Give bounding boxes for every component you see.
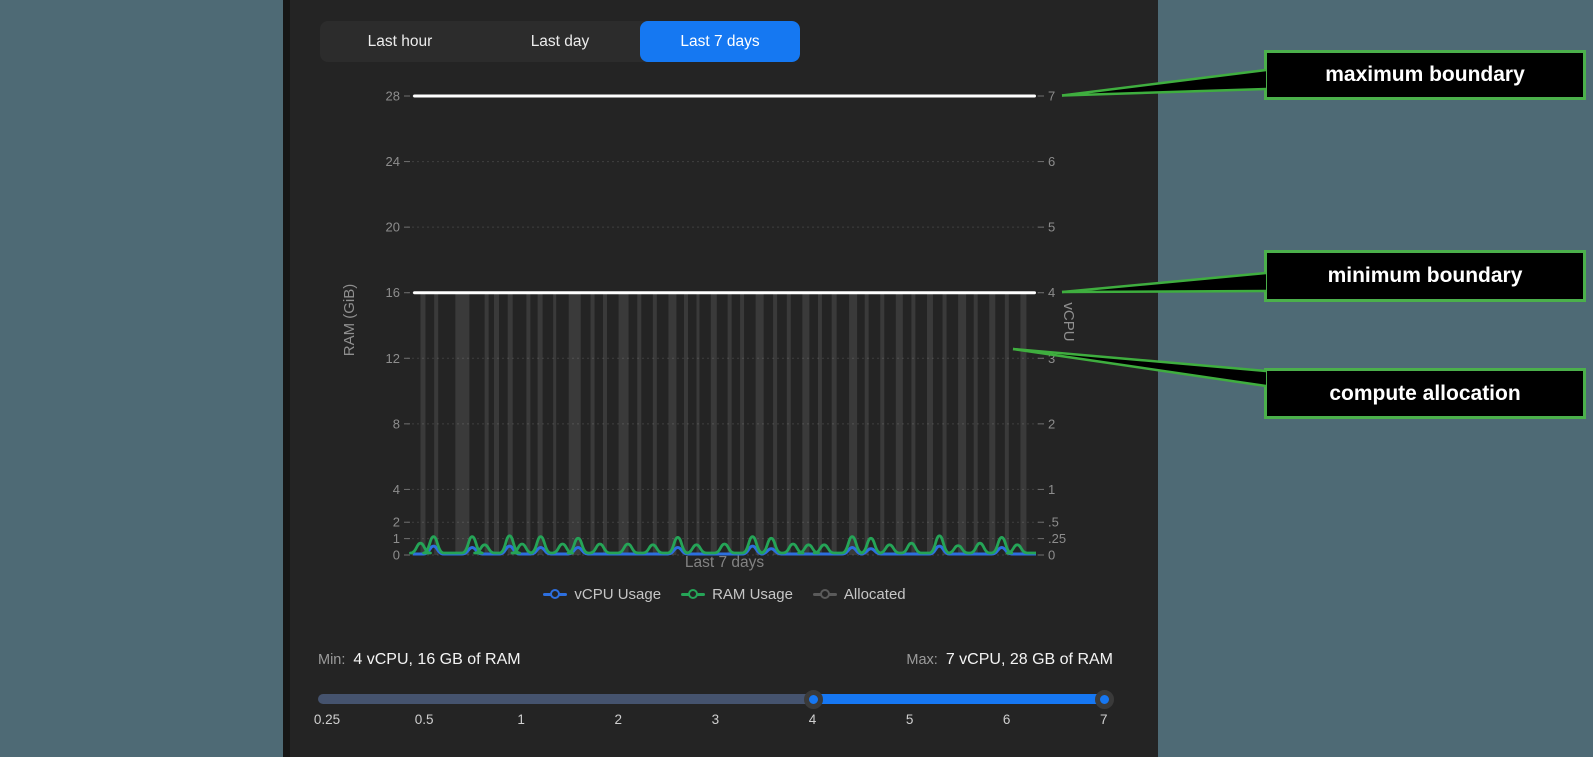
legend-item-allocated[interactable]: Allocated xyxy=(813,586,906,603)
legend-label-vcpu-usage: vCPU Usage xyxy=(574,586,661,603)
max-stat-value: 7 vCPU, 28 GB of RAM xyxy=(946,651,1113,668)
ram-axis-title: RAM (GiB) xyxy=(340,240,360,400)
slider-tick-label: 4 xyxy=(809,712,817,727)
tab-last-day[interactable]: Last day xyxy=(480,21,640,62)
legend-label-ram-usage: RAM Usage xyxy=(712,586,793,603)
legend-item-vcpu-usage[interactable]: vCPU Usage xyxy=(543,586,661,603)
legend-label-allocated: Allocated xyxy=(844,586,906,603)
slider-min-handle[interactable] xyxy=(804,690,823,709)
slider-tick-label: 6 xyxy=(1003,712,1011,727)
slider-tick-label: 3 xyxy=(712,712,720,727)
tab-last-hour[interactable]: Last hour xyxy=(320,21,480,62)
slider-tick-label: 0.25 xyxy=(314,712,340,727)
max-stat: Max: 7 vCPU, 28 GB of RAM xyxy=(906,651,1113,669)
ram-usage-legend-marker-icon xyxy=(681,593,705,596)
x-axis-label: Last 7 days xyxy=(413,554,1036,572)
slider-tick-label: 1 xyxy=(517,712,525,727)
slider-tick-label: 7 xyxy=(1100,712,1108,727)
slider-tick-labels: 0.250.51234567 xyxy=(318,712,1110,730)
min-max-summary: Min: 4 vCPU, 16 GB of RAM Max: 7 vCPU, 28 … xyxy=(318,651,1113,669)
tab-last-7-days[interactable]: Last 7 days xyxy=(640,21,800,62)
allocated-legend-marker-icon xyxy=(813,593,837,596)
slider-tick-label: 5 xyxy=(906,712,914,727)
annotation-maximum-boundary: maximum boundary xyxy=(1264,50,1586,100)
min-stat: Min: 4 vCPU, 16 GB of RAM xyxy=(318,651,521,669)
compute-range-slider[interactable] xyxy=(318,694,1110,704)
legend-item-ram-usage[interactable]: RAM Usage xyxy=(681,586,793,603)
annotation-compute-allocation: compute allocation xyxy=(1264,368,1586,419)
vcpu-usage-legend-marker-icon xyxy=(543,593,567,596)
time-range-tabs: Last hour Last day Last 7 days xyxy=(320,21,800,62)
max-stat-label: Max: xyxy=(906,652,937,668)
vcpu-axis-title: vCPU xyxy=(1058,242,1078,402)
slider-tick-label: 0.5 xyxy=(415,712,434,727)
chart-legend: vCPU Usage RAM Usage Allocated xyxy=(413,583,1036,605)
min-stat-label: Min: xyxy=(318,652,345,668)
slider-selected-range[interactable] xyxy=(813,694,1110,704)
slider-max-handle[interactable] xyxy=(1095,690,1114,709)
annotation-minimum-boundary: minimum boundary xyxy=(1264,250,1586,302)
metrics-panel xyxy=(283,0,1158,757)
slider-tick-label: 2 xyxy=(615,712,623,727)
min-stat-value: 4 vCPU, 16 GB of RAM xyxy=(353,651,520,668)
